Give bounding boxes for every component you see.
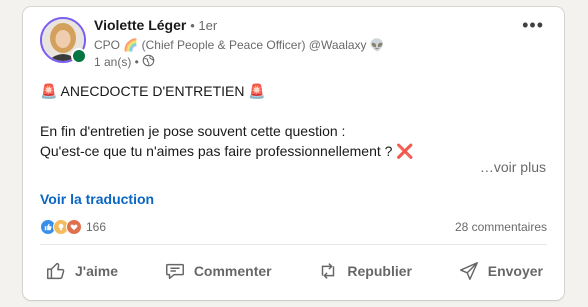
divider (40, 244, 547, 245)
reactions-summary[interactable]: 166 (40, 219, 106, 235)
reaction-count: 166 (86, 220, 107, 234)
send-icon (458, 260, 480, 282)
post-line-2: Qu'est-ce que tu n'aimes pas faire profe… (40, 143, 414, 159)
repost-button[interactable]: Republier (305, 249, 424, 293)
post-line-1: En fin d'entretien je pose souvent cette… (40, 123, 346, 139)
repost-icon (317, 260, 339, 282)
translate-link[interactable]: Voir la traduction (40, 191, 154, 207)
send-button[interactable]: Envoyer (446, 249, 555, 293)
post-body: 🚨 ANECDOCTE D'ENTRETIEN 🚨 En fin d'entre… (40, 81, 550, 161)
love-reaction-icon (66, 219, 82, 235)
send-label: Envoyer (487, 263, 543, 279)
comment-button[interactable]: Commenter (152, 249, 284, 293)
repost-label: Republier (347, 263, 412, 279)
like-label: J'aime (75, 263, 119, 279)
comment-count-link[interactable]: 28 commentaires (455, 220, 547, 234)
post-title-line: 🚨 ANECDOCTE D'ENTRETIEN 🚨 (40, 83, 266, 99)
see-more-link[interactable]: …voir plus (480, 159, 546, 175)
globe-icon (142, 54, 155, 70)
online-status-dot (71, 48, 87, 64)
like-button[interactable]: J'aime (33, 249, 130, 293)
more-options-icon[interactable]: ••• (522, 15, 544, 36)
author-avatar[interactable] (40, 17, 87, 64)
social-counts: 166 28 commentaires (40, 218, 547, 236)
author-headline: CPO 🌈 (Chief People & Peace Officer) @Wa… (94, 38, 385, 52)
comment-label: Commenter (193, 263, 272, 279)
author-name-line: Violette Léger • 1er (94, 17, 217, 33)
author-name[interactable]: Violette Léger (94, 17, 186, 33)
comment-icon (164, 260, 186, 282)
post-action-bar: J'aime Commenter Republier Envoyer (33, 249, 555, 293)
connection-degree: • 1er (190, 18, 218, 33)
thumbs-up-icon (45, 260, 67, 282)
feed-post-card: Violette Léger • 1er CPO 🌈 (Chief People… (23, 7, 564, 300)
post-time: 1 an(s) • (94, 55, 139, 69)
post-meta: 1 an(s) • (94, 54, 155, 70)
